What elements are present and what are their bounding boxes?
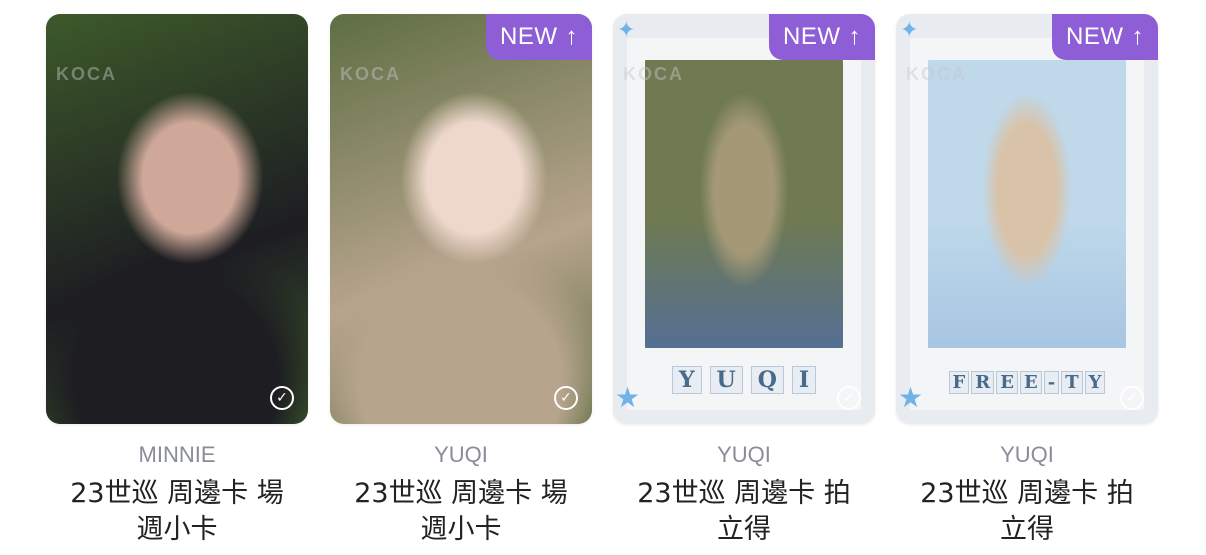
photocard-image[interactable]: F R E E - T Y ★ ✦ ✓ NEW ↑ KOCA <box>896 14 1158 424</box>
polaroid-frame: YUQI <box>627 38 861 410</box>
polaroid-letter: Y <box>1084 371 1106 394</box>
new-badge-label: NEW <box>783 23 841 50</box>
check-circle-icon[interactable]: ✓ <box>837 386 861 410</box>
new-badge: NEW ↑ <box>486 14 592 60</box>
photocard-grid: ✓ KOCA MINNIE 23世巡 周邊卡 場 週小卡 ✓ NEW ↑ KOCA YUQI 23… <box>0 0 1206 555</box>
polaroid-letter: E <box>996 371 1018 394</box>
new-badge: NEW ↑ <box>1052 14 1158 60</box>
watermark-logo: KOCA <box>56 64 117 84</box>
arrow-up-icon: ↑ <box>1131 23 1144 50</box>
polaroid-letters: FREE-TY <box>910 371 1144 394</box>
check-circle-icon[interactable]: ✓ <box>1120 386 1144 410</box>
watermark-logo: KOCA <box>623 64 684 84</box>
photocard-image[interactable]: Y U Q I ★ ✦ ✓ NEW ↑ KOCA <box>613 14 875 424</box>
member-name: YUQI <box>434 442 488 467</box>
star-sticker-icon: ★ <box>898 381 924 414</box>
polaroid-letter: R <box>971 371 995 394</box>
polaroid-letter: I <box>791 366 817 394</box>
polaroid-letter: F <box>948 371 970 394</box>
check-circle-icon[interactable]: ✓ <box>270 386 294 410</box>
polaroid-letter: Q <box>750 366 784 394</box>
card-title[interactable]: 23世巡 周邊卡 拍 立得 <box>613 476 875 548</box>
polaroid-letter: U <box>709 366 743 394</box>
arrow-up-icon: ↑ <box>848 23 861 50</box>
photocard-item[interactable]: ✓ KOCA MINNIE 23世巡 周邊卡 場 週小卡 <box>46 14 308 555</box>
member-name: YUQI <box>717 442 771 467</box>
polaroid-frame: FREE-TY <box>910 38 1144 410</box>
card-photo <box>928 60 1126 348</box>
check-circle-icon[interactable]: ✓ <box>554 386 578 410</box>
sparkle-sticker-icon: ✦ <box>617 18 636 43</box>
photocard-item[interactable]: Y U Q I ★ ✦ ✓ NEW ↑ KOCA YUQI 23世巡 周邊卡 拍 立得 <box>613 14 875 555</box>
new-badge: NEW ↑ <box>769 14 875 60</box>
polaroid-letter: T <box>1061 371 1083 394</box>
watermark-logo: KOCA <box>906 64 967 84</box>
card-photo <box>645 60 843 348</box>
polaroid-letter: E <box>1020 371 1042 394</box>
member-name: YUQI <box>1000 442 1054 467</box>
polaroid-letter: - <box>1043 371 1060 394</box>
sparkle-sticker-icon: ✦ <box>900 18 919 43</box>
photocard-image[interactable]: ✓ KOCA <box>46 14 308 424</box>
star-sticker-icon: ★ <box>615 381 641 414</box>
polaroid-letter: Y <box>671 366 702 394</box>
photocard-item[interactable]: ✓ NEW ↑ KOCA YUQI 23世巡 周邊卡 場 週小卡 <box>330 14 592 555</box>
card-title[interactable]: 23世巡 周邊卡 拍 立得 <box>896 476 1158 548</box>
photocard-item[interactable]: F R E E - T Y ★ ✦ ✓ NEW ↑ KOCA YUQI 23世巡 周邊卡 拍 立得 <box>896 14 1158 555</box>
card-title[interactable]: 23世巡 周邊卡 場 週小卡 <box>330 476 592 548</box>
polaroid-letters: YUQI <box>627 366 861 394</box>
photocard-image[interactable]: ✓ NEW ↑ KOCA <box>330 14 592 424</box>
card-title[interactable]: 23世巡 周邊卡 場 週小卡 <box>46 476 308 548</box>
member-name: MINNIE <box>138 442 216 467</box>
new-badge-label: NEW <box>1066 23 1124 50</box>
arrow-up-icon: ↑ <box>565 23 578 50</box>
watermark-logo: KOCA <box>340 64 401 84</box>
new-badge-label: NEW <box>500 23 558 50</box>
